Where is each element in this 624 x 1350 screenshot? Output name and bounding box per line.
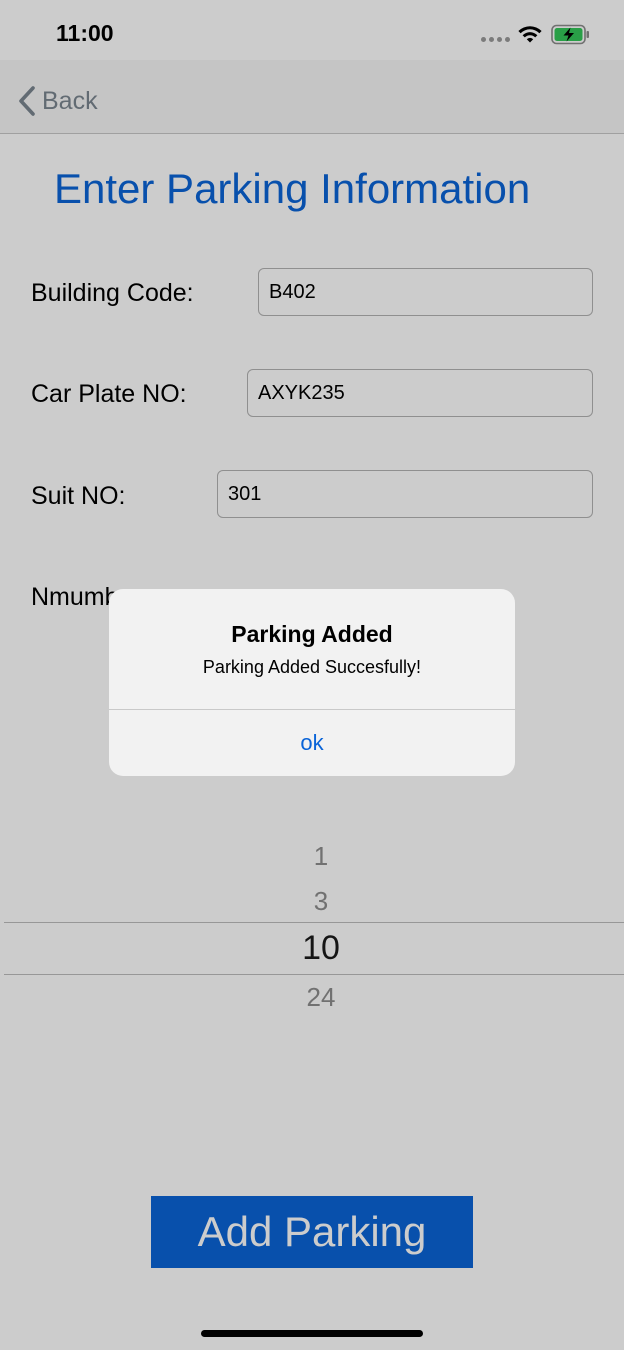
alert-ok-button[interactable]: ok <box>109 710 515 776</box>
alert-dialog: Parking Added Parking Added Succesfully!… <box>109 589 515 776</box>
app-screen: 11:00 Back Enter Parking Information Bui… <box>0 0 624 1350</box>
alert-title: Parking Added <box>231 621 393 647</box>
alert-message: Parking Added Succesfully! <box>202 657 422 677</box>
